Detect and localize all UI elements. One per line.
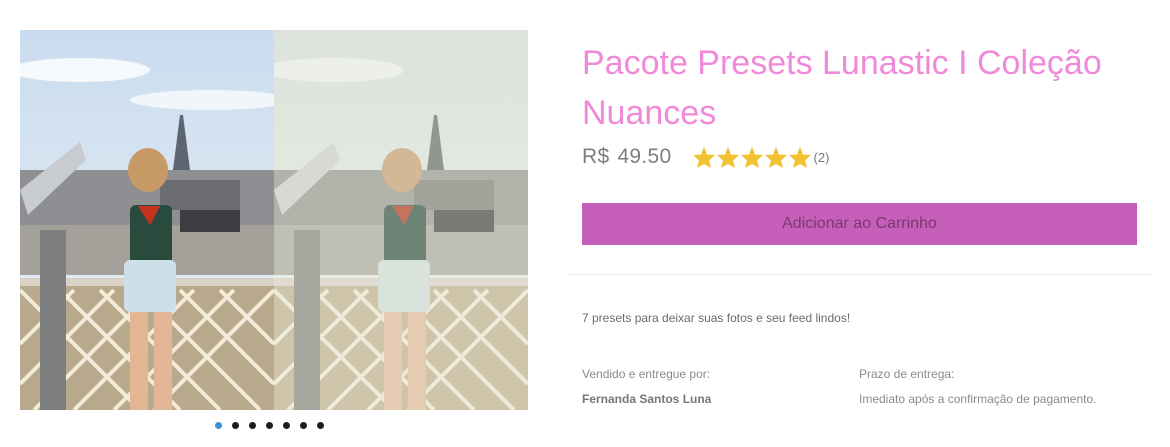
gallery-dot-6[interactable] <box>300 422 307 429</box>
product-price: R$ 49.50 <box>582 145 672 169</box>
star-icon <box>716 146 740 169</box>
star-icon <box>788 146 812 169</box>
star-icon <box>692 146 716 169</box>
gallery-dot-5[interactable] <box>283 422 290 429</box>
gallery-dot-7[interactable] <box>317 422 324 429</box>
product-description: 7 presets para deixar suas fotos e seu f… <box>582 311 851 325</box>
gallery-dot-2[interactable] <box>232 422 239 429</box>
gallery-pagination <box>215 422 324 429</box>
product-image-gallery[interactable] <box>20 30 528 410</box>
gallery-dot-3[interactable] <box>249 422 256 429</box>
star-icon <box>764 146 788 169</box>
price-currency: R$ <box>582 145 610 168</box>
delivery-label: Prazo de entrega: <box>859 367 955 381</box>
delivery-value: Imediato após a confirmação de pagamento… <box>859 392 1097 406</box>
section-divider <box>568 274 1152 275</box>
gallery-dot-4[interactable] <box>266 422 273 429</box>
add-to-cart-button[interactable]: Adicionar ao Carrinho <box>582 203 1137 245</box>
product-photo-after <box>274 30 528 410</box>
seller-label: Vendido e entregue por: <box>582 367 711 381</box>
star-icon <box>740 146 764 169</box>
price-amount: 49.50 <box>617 145 672 168</box>
product-photo-before <box>20 30 274 410</box>
product-title: Pacote Presets Lunastic I Coleção Nuance… <box>582 44 1102 132</box>
seller-name: Fernanda Santos Luna <box>582 392 712 406</box>
price-rating-row: R$ 49.50 (2) <box>582 142 1142 172</box>
rating-stars[interactable] <box>692 146 812 169</box>
product-info: Pacote Presets Lunastic I Coleção Nuance… <box>582 38 1142 172</box>
gallery-dot-1[interactable] <box>215 422 222 429</box>
rating-count[interactable]: (2) <box>814 150 830 165</box>
